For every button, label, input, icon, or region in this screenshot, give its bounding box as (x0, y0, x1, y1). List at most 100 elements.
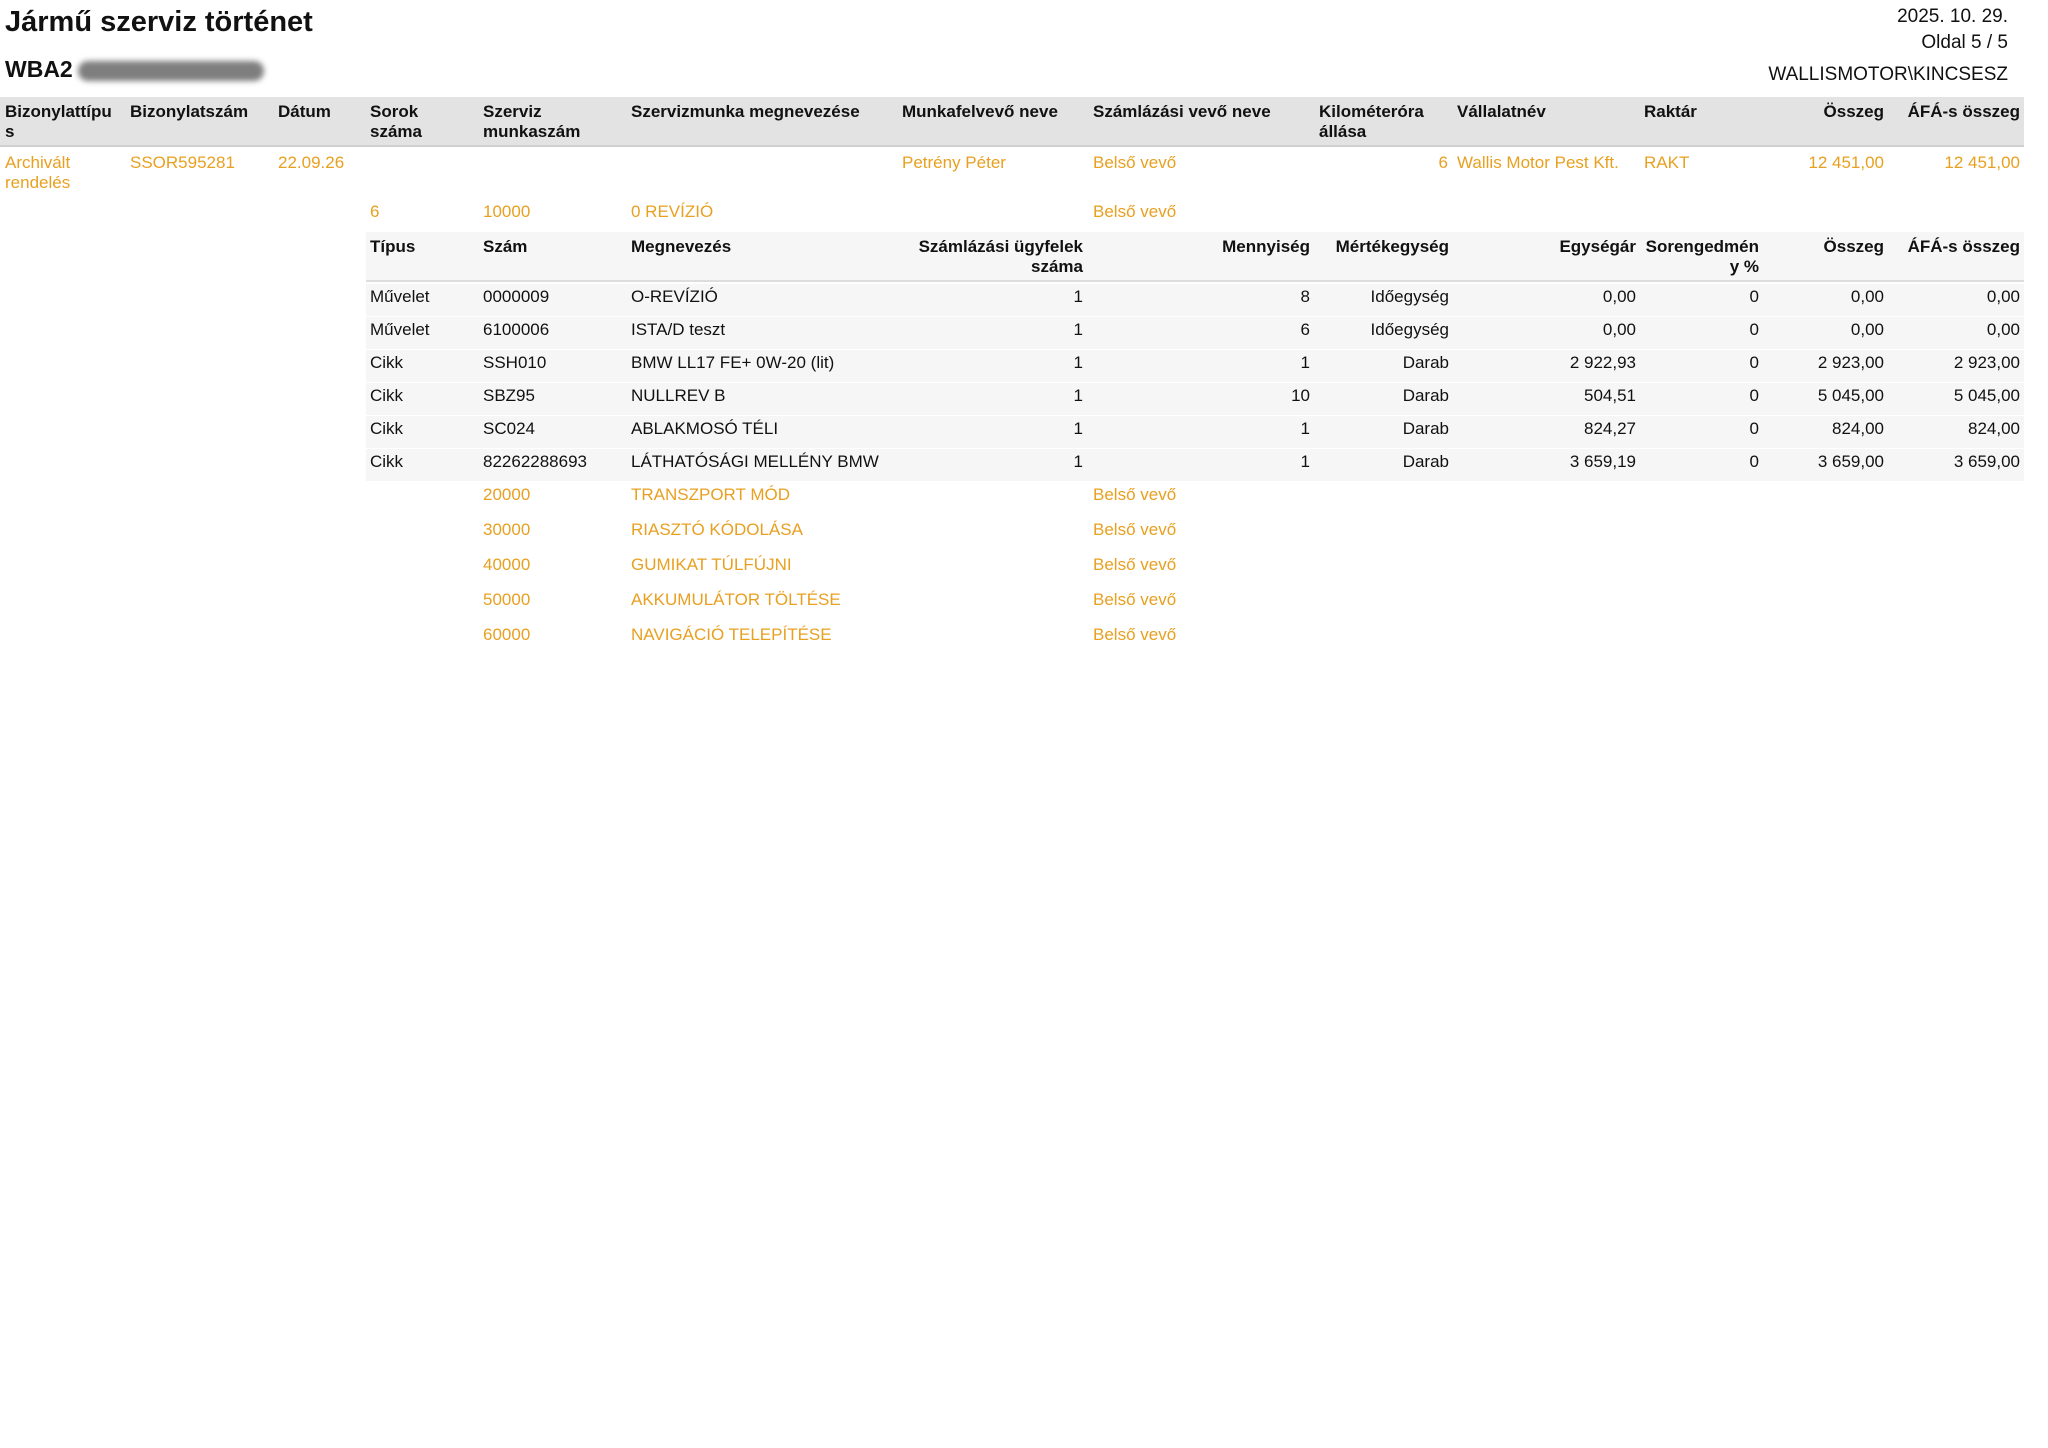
item-unit-price: 0,00 (1602, 287, 1636, 306)
item-name: O-REVÍZIÓ (631, 287, 718, 306)
item-name: ISTA/D teszt (631, 320, 726, 339)
item-discount: 0 (1749, 320, 1759, 339)
warehouse: RAKT (1644, 153, 1690, 172)
item-amount-vat: 824,00 (1968, 419, 2020, 438)
job-name: GUMIKAT TÚLFÚJNI (631, 555, 792, 574)
item-amount-vat: 0,00 (1986, 287, 2020, 306)
job-number: 60000 (483, 625, 531, 644)
item-type: Cikk (370, 419, 404, 438)
col-amount: Összeg (1823, 102, 1884, 121)
item-discount: 0 (1749, 452, 1759, 471)
job-customer: Belső vevő (1093, 520, 1177, 539)
item-number: 82262288693 (483, 452, 588, 471)
item-quantity: 8 (1300, 287, 1310, 306)
item-unit: Darab (1402, 353, 1449, 372)
item-quantity: 1 (1300, 353, 1310, 372)
taker-name: Petrény Péter (902, 153, 1006, 172)
item-type: Művelet (370, 287, 430, 306)
col-item-number: Szám (483, 237, 528, 256)
item-name: LÁTHATÓSÁGI MELLÉNY BMW (631, 452, 879, 471)
item-discount: 0 (1749, 386, 1759, 405)
document-date: 22.09.26 (278, 153, 345, 172)
col-job-number: Szerviz munkaszám (483, 102, 581, 141)
job-number: 30000 (483, 520, 531, 539)
col-item-name: Megnevezés (631, 237, 732, 256)
item-customer-count: 1 (1073, 320, 1083, 339)
col-billing-customer: Számlázási vevő neve (1093, 102, 1271, 121)
job-customer: Belső vevő (1093, 590, 1177, 609)
item-unit: Időegység (1370, 320, 1449, 339)
job-number: 50000 (483, 590, 531, 609)
col-document-type: Bizonylattípus (5, 102, 112, 141)
item-number: SSH010 (483, 353, 547, 372)
job-customer: Belső vevő (1093, 625, 1177, 644)
item-amount: 3 659,00 (1817, 452, 1884, 471)
item-unit-price: 824,27 (1584, 419, 1636, 438)
document-type: Archivált rendelés (5, 153, 71, 192)
item-quantity: 10 (1291, 386, 1310, 405)
item-number: SBZ95 (483, 386, 535, 405)
item-amount: 824,00 (1832, 419, 1884, 438)
item-unit: Darab (1402, 452, 1449, 471)
page-number: Oldal 5 / 5 (1921, 32, 2008, 53)
item-unit: Darab (1402, 386, 1449, 405)
col-item-amount-vat: ÁFÁ-s összeg (1907, 237, 2020, 256)
job-number: 20000 (483, 485, 531, 504)
item-type: Cikk (370, 452, 404, 471)
job-number: 10000 (483, 202, 531, 221)
item-name: ABLAKMOSÓ TÉLI (631, 419, 779, 438)
document-amount: 12 451,00 (1808, 153, 1884, 172)
col-item-type: Típus (370, 237, 416, 256)
item-type: Cikk (370, 353, 404, 372)
col-amount-vat: ÁFÁ-s összeg (1907, 102, 2020, 121)
col-unit: Mértékegység (1335, 237, 1449, 256)
item-name: NULLREV B (631, 386, 726, 405)
col-company-name: Vállalatnév (1457, 102, 1546, 121)
item-customer-count: 1 (1073, 353, 1083, 372)
item-unit-price: 3 659,19 (1569, 452, 1636, 471)
item-quantity: 6 (1300, 320, 1310, 339)
item-unit-price: 0,00 (1602, 320, 1636, 339)
item-amount: 0,00 (1850, 320, 1884, 339)
col-discount: Sorengedmény % (1645, 237, 1759, 276)
print-date: 2025. 10. 29. (1897, 6, 2008, 27)
item-discount: 0 (1749, 287, 1759, 306)
col-unit-price: Egységár (1559, 237, 1636, 256)
item-amount-vat: 3 659,00 (1953, 452, 2020, 471)
item-customer-count: 1 (1073, 452, 1083, 471)
item-type: Cikk (370, 386, 404, 405)
col-quantity: Mennyiség (1222, 237, 1310, 256)
col-taker-name: Munkafelvevő neve (902, 102, 1058, 121)
item-amount: 0,00 (1850, 287, 1884, 306)
job-customer: Belső vevő (1093, 202, 1177, 221)
item-unit: Darab (1402, 419, 1449, 438)
company-name: Wallis Motor Pest Kft. (1457, 153, 1619, 172)
item-amount: 2 923,00 (1817, 353, 1884, 372)
odometer-value: 6 (1438, 153, 1448, 172)
vin-label: WBA2 (5, 56, 73, 82)
col-warehouse: Raktár (1644, 102, 1697, 121)
item-customer-count: 1 (1073, 287, 1083, 306)
col-date: Dátum (278, 102, 331, 121)
item-number: SC024 (483, 419, 535, 438)
item-discount: 0 (1749, 353, 1759, 372)
item-number: 6100006 (483, 320, 550, 339)
item-amount: 5 045,00 (1817, 386, 1884, 405)
col-line-count: Sorok száma (370, 102, 422, 141)
item-amount-vat: 5 045,00 (1953, 386, 2020, 405)
col-item-amount: Összeg (1823, 237, 1884, 256)
job-line-count: 6 (370, 202, 380, 221)
item-unit-price: 504,51 (1584, 386, 1636, 405)
job-customer: Belső vevő (1093, 555, 1177, 574)
document-number: SSOR595281 (130, 153, 235, 172)
col-odometer: Kilométeróra állása (1319, 102, 1424, 141)
col-document-number: Bizonylatszám (130, 102, 249, 121)
user-name: WALLISMOTOR\KINCSESZ (1768, 64, 2008, 85)
job-name: 0 REVÍZIÓ (631, 202, 714, 221)
item-number: 0000009 (483, 287, 550, 306)
col-job-name: Szervizmunka megnevezése (631, 102, 860, 121)
job-name: RIASZTÓ KÓDOLÁSA (631, 520, 803, 539)
item-discount: 0 (1749, 419, 1759, 438)
report-title: Jármű szerviz történet (5, 6, 313, 38)
vin-redaction (78, 61, 264, 81)
